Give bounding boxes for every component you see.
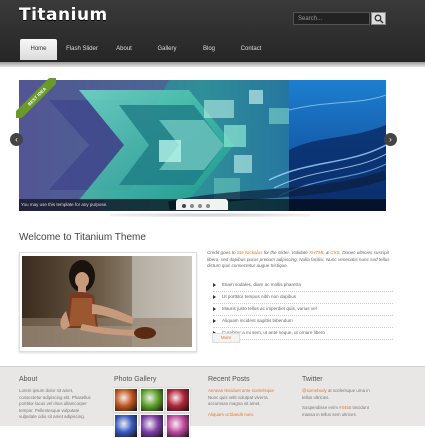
feature-list: Etiam sodales, diam ac mollis pharetra U… (213, 280, 393, 340)
footer-twitter-title: Twitter (302, 376, 323, 383)
footer-about-title: About (19, 376, 38, 383)
about-line: vulputate odio sit amet adipiscing. (19, 414, 85, 419)
more-button[interactable]: More (212, 333, 240, 343)
slider-dot[interactable] (190, 204, 194, 208)
credit-link[interactable]: Ste Nickalus (237, 250, 263, 255)
list-item: Aliquam incident sagittis bibendum (213, 316, 393, 328)
slider-dot[interactable] (206, 204, 210, 208)
footer-gallery-title: Photo Gallery (114, 376, 157, 383)
gallery-thumbnail[interactable] (114, 414, 138, 438)
list-item-text: Aliquam incident sagittis bibendum (222, 318, 293, 323)
css-link[interactable]: CSS (330, 250, 339, 255)
tweet-text: tellus ultricies. (302, 394, 330, 400)
bullet-arrow-icon (213, 319, 216, 323)
list-item-text: Etiam sodales, diam ac mollis pharetra (222, 282, 301, 287)
list-item-text: Mauris justo tellus ac imperdiet quis, v… (222, 306, 317, 311)
recent-post-text: accumsan magna sit amet. (208, 401, 261, 406)
recent-post-link[interactable]: Aliquam ut blandit nunc (208, 412, 300, 419)
list-item: Etiam sodales, diam ac mollis pharetra (213, 280, 393, 292)
tweet-link[interactable]: #4455 (339, 405, 351, 410)
search-icon (374, 14, 384, 24)
slider-dot[interactable] (198, 204, 202, 208)
tweet-handle-link[interactable]: @somebody (302, 388, 327, 393)
intro-paragraph: Credit goes to Ste Nickalus for the slid… (207, 250, 393, 270)
site-logo[interactable]: Titanium (19, 5, 108, 25)
intro-text: for the slider. Validate (262, 250, 310, 255)
bullet-arrow-icon (213, 295, 216, 299)
nav-contact[interactable]: Contact (230, 39, 272, 60)
xhtml-link[interactable]: XHTML (309, 250, 325, 255)
ribbon-label: BEST IDEA (16, 78, 56, 118)
tweet-text: Suspendisse enim (302, 405, 340, 410)
gallery-thumbnail[interactable] (140, 414, 164, 438)
nav-home[interactable]: Home (20, 39, 57, 60)
slider-shadow (110, 213, 310, 217)
nav-about[interactable]: About (106, 39, 142, 60)
bullet-arrow-icon (213, 307, 216, 311)
main-nav: Home Flash Slider About Gallery Blog Con… (0, 39, 425, 62)
list-item-text: Ut porttitor tempus nibh non dapibus (222, 294, 297, 299)
search-button[interactable] (371, 12, 386, 25)
list-item: Curabitur a mi sem, ut ante neque, ut or… (213, 328, 393, 340)
tweet-text: at scelerisque urna in (326, 388, 370, 393)
gallery-thumbnail[interactable] (140, 388, 164, 412)
tweet-text: massa in tellus sem ultrices. (302, 411, 357, 417)
slide-image (19, 80, 386, 211)
featured-photo (22, 256, 192, 347)
slider-prev-arrow[interactable]: ‹ (10, 133, 23, 146)
footer-about-text: Lorem ipsum dolor sit amet, consectetur … (19, 388, 109, 421)
slider-dot[interactable] (182, 204, 186, 208)
nav-gallery[interactable]: Gallery (146, 39, 188, 60)
tweet-text: tincidunt (351, 405, 369, 410)
intro-text: Credit goes to (207, 250, 237, 255)
best-idea-ribbon: BEST IDEA (16, 78, 56, 118)
gallery-thumbnail[interactable] (114, 388, 138, 412)
footer-recent-title: Recent Posts (208, 376, 250, 383)
nav-flash-slider[interactable]: Flash Slider (60, 39, 104, 60)
nav-blog[interactable]: Blog (192, 39, 226, 60)
recent-posts: Aenean tincidunt ante scelerisque Nunc q… (208, 388, 300, 418)
page-title: Welcome to Titanium Theme (19, 232, 146, 243)
list-item: Ut porttitor tempus nibh non dapibus (213, 292, 393, 304)
gallery-thumbnail[interactable] (166, 414, 190, 438)
header-stripe (0, 62, 425, 67)
slider-next-arrow[interactable]: › (384, 133, 397, 146)
slide-caption: You may use this template for any purpos… (21, 202, 108, 207)
gallery-thumbnail[interactable] (166, 388, 190, 412)
list-item: Mauris justo tellus ac imperdiet quis, v… (213, 304, 393, 316)
tweets: @somebody at scelerisque urna in tellus … (302, 388, 402, 418)
image-slider[interactable] (19, 80, 386, 211)
bullet-arrow-icon (213, 283, 216, 287)
search-input[interactable]: Search... (293, 12, 370, 25)
